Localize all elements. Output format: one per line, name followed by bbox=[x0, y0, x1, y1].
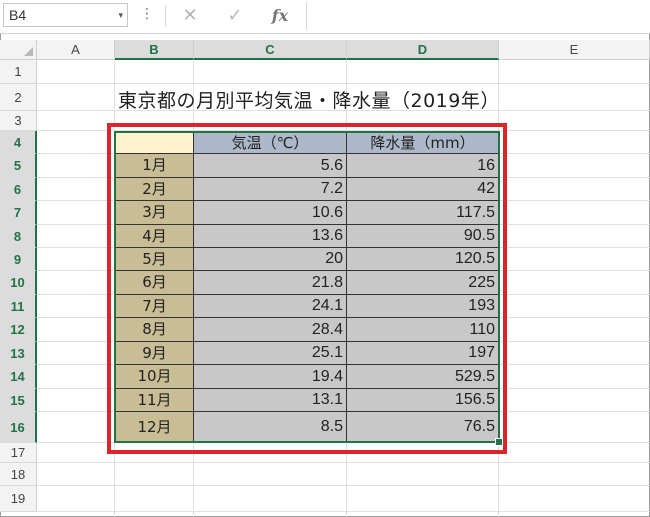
gridline-horizontal bbox=[37, 462, 650, 463]
month-cell[interactable]: 9月 bbox=[115, 342, 194, 365]
formula-input[interactable] bbox=[306, 3, 647, 29]
precipitation-cell[interactable]: 529.5 bbox=[347, 365, 499, 389]
precipitation-cell[interactable]: 197 bbox=[347, 342, 499, 365]
row-header-4[interactable]: 4 bbox=[0, 131, 37, 154]
temperature-cell[interactable]: 7.2 bbox=[194, 178, 347, 201]
temperature-cell[interactable]: 28.4 bbox=[194, 318, 347, 342]
precipitation-cell[interactable]: 120.5 bbox=[347, 248, 499, 271]
temperature-cell[interactable]: 21.8 bbox=[194, 271, 347, 295]
row-header-12[interactable]: 12 bbox=[0, 318, 37, 342]
column-header-e[interactable]: E bbox=[499, 40, 650, 60]
gridline-horizontal bbox=[37, 485, 650, 486]
row-header-5[interactable]: 5 bbox=[0, 154, 37, 178]
temperature-cell[interactable]: 13.1 bbox=[194, 389, 347, 412]
insert-function-icon[interactable]: fx bbox=[267, 4, 293, 28]
precipitation-cell[interactable]: 225 bbox=[347, 271, 499, 295]
precipitation-cell[interactable]: 16 bbox=[347, 154, 499, 178]
month-cell[interactable]: 5月 bbox=[115, 248, 194, 271]
month-cell[interactable]: 10月 bbox=[115, 365, 194, 389]
column-header-b[interactable]: B bbox=[115, 40, 194, 60]
precipitation-cell[interactable]: 193 bbox=[347, 295, 499, 318]
row-header-6[interactable]: 6 bbox=[0, 178, 37, 201]
row-header-11[interactable]: 11 bbox=[0, 295, 37, 318]
temperature-cell[interactable]: 24.1 bbox=[194, 295, 347, 318]
precipitation-cell[interactable]: 76.5 bbox=[347, 412, 499, 443]
month-cell[interactable]: 6月 bbox=[115, 271, 194, 295]
name-box-value: B4 bbox=[9, 7, 27, 23]
temperature-cell[interactable]: 5.6 bbox=[194, 154, 347, 178]
row-header-18[interactable]: 18 bbox=[0, 463, 37, 486]
row-header-19[interactable]: 19 bbox=[0, 486, 37, 512]
temperature-cell[interactable]: 8.5 bbox=[194, 412, 347, 443]
header-cell-temperature[interactable]: 気温（℃） bbox=[194, 131, 347, 154]
column-header-c[interactable]: C bbox=[194, 40, 347, 60]
precipitation-cell[interactable]: 42 bbox=[347, 178, 499, 201]
row-header-9[interactable]: 9 bbox=[0, 248, 37, 271]
temperature-cell[interactable]: 20 bbox=[194, 248, 347, 271]
row-header-10[interactable]: 10 bbox=[0, 271, 37, 295]
name-box[interactable]: B4 ▾ bbox=[3, 3, 128, 27]
cancel-icon[interactable]: ✕ bbox=[177, 4, 203, 28]
row-header-7[interactable]: 7 bbox=[0, 201, 37, 225]
row-header-8[interactable]: 8 bbox=[0, 225, 37, 248]
gridline-horizontal bbox=[37, 511, 650, 512]
temperature-cell[interactable]: 25.1 bbox=[194, 342, 347, 365]
temperature-cell[interactable]: 19.4 bbox=[194, 365, 347, 389]
temperature-cell[interactable]: 13.6 bbox=[194, 225, 347, 248]
precipitation-cell[interactable]: 117.5 bbox=[347, 201, 499, 225]
row-header-17[interactable]: 17 bbox=[0, 443, 37, 463]
row-header-16[interactable]: 16 bbox=[0, 412, 37, 443]
sheet-title[interactable]: 東京都の月別平均気温・降水量（2019年） bbox=[118, 86, 500, 113]
precipitation-cell[interactable]: 156.5 bbox=[347, 389, 499, 412]
formula-bar-separator bbox=[165, 5, 166, 27]
row-header-14[interactable]: 14 bbox=[0, 365, 37, 389]
month-cell[interactable]: 8月 bbox=[115, 318, 194, 342]
precipitation-cell[interactable]: 90.5 bbox=[347, 225, 499, 248]
precipitation-cell[interactable]: 110 bbox=[347, 318, 499, 342]
month-cell[interactable]: 4月 bbox=[115, 225, 194, 248]
month-cell[interactable]: 7月 bbox=[115, 295, 194, 318]
header-cell-b4[interactable] bbox=[115, 131, 194, 154]
column-header-d[interactable]: D bbox=[347, 40, 499, 60]
row-header-1[interactable]: 1 bbox=[0, 60, 37, 84]
month-cell[interactable]: 1月 bbox=[115, 154, 194, 178]
month-cell[interactable]: 12月 bbox=[115, 412, 194, 443]
gridline-horizontal bbox=[37, 83, 650, 84]
month-cell[interactable]: 11月 bbox=[115, 389, 194, 412]
enter-icon[interactable]: ✓ bbox=[222, 4, 248, 28]
temperature-cell[interactable]: 10.6 bbox=[194, 201, 347, 225]
month-cell[interactable]: 2月 bbox=[115, 178, 194, 201]
column-header-a[interactable]: A bbox=[37, 40, 115, 60]
header-cell-precipitation[interactable]: 降水量（mm） bbox=[347, 131, 499, 154]
more-options-icon: ⋮ bbox=[140, 6, 154, 22]
row-header-3[interactable]: 3 bbox=[0, 111, 37, 131]
row-header-15[interactable]: 15 bbox=[0, 389, 37, 412]
row-header-13[interactable]: 13 bbox=[0, 342, 37, 365]
name-box-dropdown-icon[interactable]: ▾ bbox=[118, 4, 123, 26]
row-header-2[interactable]: 2 bbox=[0, 84, 37, 111]
select-all-icon bbox=[24, 47, 33, 56]
fill-handle[interactable] bbox=[495, 438, 503, 446]
month-cell[interactable]: 3月 bbox=[115, 201, 194, 225]
select-all-button[interactable] bbox=[0, 40, 37, 60]
formula-bar: B4 ▾ ⋮ ✕ ✓ fx bbox=[0, 0, 650, 34]
